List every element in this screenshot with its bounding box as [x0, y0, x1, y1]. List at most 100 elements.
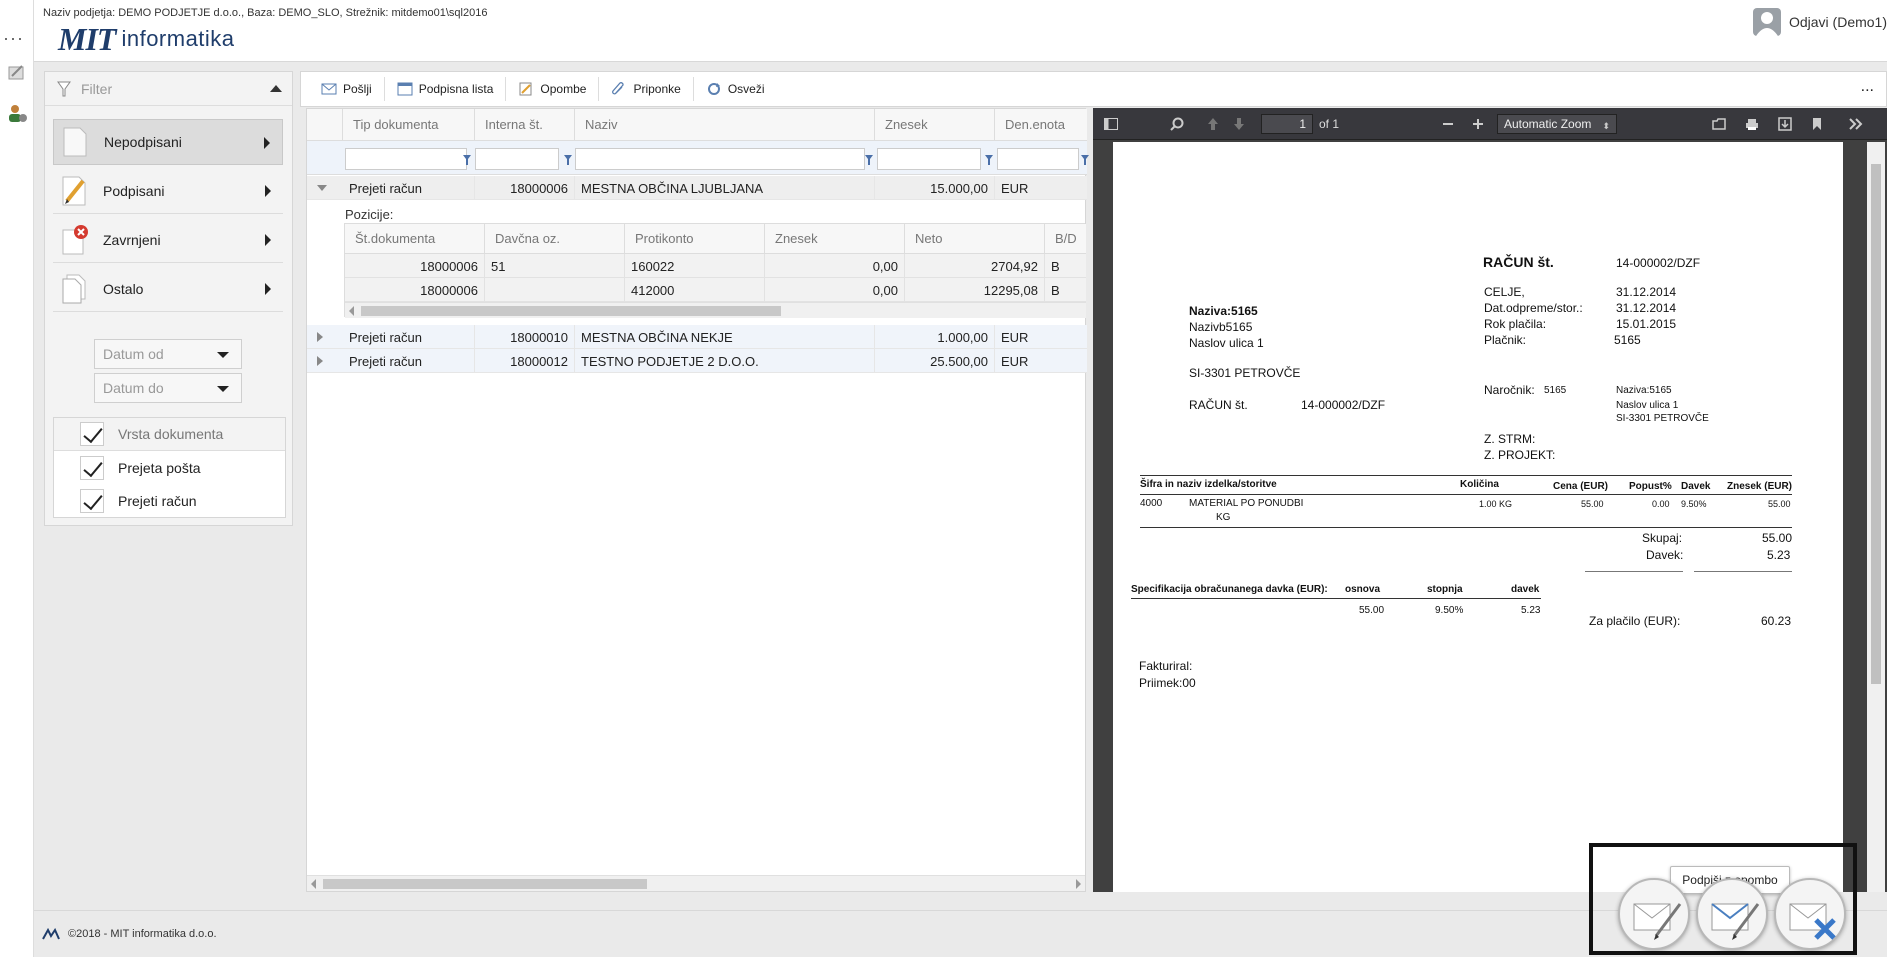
- nav-item-ostalo[interactable]: Ostalo: [53, 266, 283, 312]
- orderer-code: 5165: [1544, 385, 1567, 396]
- column-header[interactable]: Interna št.: [475, 109, 575, 141]
- logout-button[interactable]: Odjavi (Demo1): [1752, 8, 1887, 36]
- position-row[interactable]: 18000006 51 160022 0,00 2704,92 B: [345, 254, 1086, 278]
- more-options-icon[interactable]: ...: [1861, 78, 1874, 96]
- filter-input-znesek[interactable]: [877, 148, 981, 170]
- scroll-right-icon[interactable]: [1076, 879, 1081, 889]
- reject-button[interactable]: [1774, 878, 1846, 950]
- buyer-name-b: Nazivb5165: [1189, 320, 1253, 334]
- column-header[interactable]: Tip dokumenta: [343, 109, 475, 141]
- payer-value: 5165: [1614, 333, 1641, 347]
- open-file-icon[interactable]: [1711, 116, 1727, 132]
- scroll-thumb[interactable]: [1871, 164, 1881, 684]
- collapse-caret-icon[interactable]: [270, 85, 282, 92]
- detail-column-header[interactable]: Davčna oz.: [485, 224, 625, 254]
- signature-list-label: Podpisna lista: [418, 82, 494, 96]
- sign-button[interactable]: [1618, 878, 1690, 950]
- city-label: CELJE,: [1484, 285, 1525, 299]
- filter-icon[interactable]: [1081, 155, 1089, 165]
- checkbox-all[interactable]: [80, 422, 104, 446]
- filter-input-interna[interactable]: [475, 148, 559, 170]
- search-icon[interactable]: [1169, 116, 1185, 132]
- filter-icon[interactable]: [985, 155, 993, 165]
- refresh-button[interactable]: Osveži: [694, 77, 777, 101]
- cell-valuta: EUR: [1001, 329, 1029, 345]
- filter-input-tip[interactable]: [345, 148, 467, 170]
- cell-znesek: 0,00: [765, 254, 905, 278]
- notes-button[interactable]: Opombe: [506, 77, 600, 101]
- arrow-up-icon[interactable]: [1205, 116, 1221, 132]
- chevron-right-icon: [264, 137, 270, 149]
- detail-hscrollbar[interactable]: [345, 302, 1086, 318]
- total-due-value: 60.23: [1761, 614, 1792, 628]
- action-toolbar: Pošlji Podpisna lista Opombe Priponke Os…: [300, 71, 1887, 107]
- filter-input-naziv[interactable]: [575, 148, 865, 170]
- position-row[interactable]: 18000006 412000 0,00 12295,08 B: [345, 278, 1086, 302]
- detail-column-header[interactable]: Št.dokumenta: [345, 224, 485, 254]
- detail-column-header[interactable]: Neto: [905, 224, 1045, 254]
- page-number-input[interactable]: 1: [1261, 114, 1313, 134]
- bookmark-icon[interactable]: [1809, 116, 1825, 132]
- scroll-left-icon[interactable]: [311, 879, 316, 889]
- nav-item-nepodpisani[interactable]: Nepodpisani: [53, 119, 283, 165]
- signature-list-button[interactable]: Podpisna lista: [385, 77, 507, 101]
- item-unit: KG: [1216, 512, 1231, 523]
- date-from-select[interactable]: Datum od: [94, 339, 242, 369]
- column-header[interactable]: Den.enota: [995, 109, 1087, 141]
- detail-column-header[interactable]: B/D: [1045, 224, 1086, 254]
- table-row[interactable]: Prejeti račun 18000010 MESTNA OBČINA NEK…: [307, 325, 1087, 349]
- nav-item-zavrnjeni[interactable]: Zavrnjeni: [53, 217, 283, 263]
- send-button[interactable]: Pošlji: [309, 77, 385, 101]
- filter-input-valuta[interactable]: [997, 148, 1079, 170]
- download-icon[interactable]: [1777, 116, 1793, 132]
- scroll-left-icon[interactable]: [349, 306, 354, 316]
- chevron-right-icon: [265, 283, 271, 295]
- filter-icon[interactable]: [564, 155, 572, 165]
- sidebar-toggle-icon[interactable]: [1103, 116, 1119, 132]
- collapse-row-icon[interactable]: [317, 185, 327, 191]
- expand-row-icon[interactable]: [317, 332, 323, 342]
- filter-header[interactable]: Filter: [45, 72, 292, 106]
- nav-item-podpisani[interactable]: Podpisani: [53, 168, 283, 214]
- documents-icon: [59, 273, 89, 305]
- nav-label: Ostalo: [103, 280, 144, 297]
- items-header-qty: Količina: [1460, 479, 1499, 490]
- cell-interna: 18000012: [475, 349, 575, 373]
- nav-label: Podpisani: [103, 182, 165, 199]
- zoom-select[interactable]: Automatic Zoom ⬍: [1497, 114, 1617, 134]
- zoom-out-icon[interactable]: [1440, 116, 1456, 132]
- menu-dots-icon[interactable]: ···: [3, 28, 24, 49]
- sign-doc-icon[interactable]: [6, 62, 28, 84]
- double-chevron-right-icon[interactable]: [1848, 116, 1864, 132]
- positions-label: Pozicije:: [345, 207, 394, 222]
- table-row[interactable]: Prejeti račun 18000012 TESTNO PODJETJE 2…: [307, 349, 1087, 373]
- date-to-select[interactable]: Datum do: [94, 373, 242, 403]
- sign-with-note-button[interactable]: [1696, 878, 1768, 950]
- detail-column-header[interactable]: Znesek: [765, 224, 905, 254]
- pdf-vscrollbar[interactable]: [1867, 142, 1885, 892]
- filter-icon[interactable]: [463, 155, 471, 165]
- user-settings-icon[interactable]: [6, 102, 28, 124]
- filter-icon[interactable]: [865, 155, 873, 165]
- checkbox[interactable]: [80, 455, 104, 480]
- doc-type-item[interactable]: Prejeta pošta: [54, 451, 285, 484]
- due-label: Rok plačila:: [1484, 317, 1547, 331]
- expand-row-icon[interactable]: [317, 356, 323, 366]
- attachments-button[interactable]: Priponke: [599, 77, 694, 101]
- detail-column-header[interactable]: Protikonto: [625, 224, 765, 254]
- spec-value-base: 55.00: [1359, 605, 1385, 616]
- item-qty: 1.00 KG: [1479, 499, 1513, 509]
- arrow-down-icon[interactable]: [1231, 116, 1247, 132]
- doc-type-header[interactable]: Vrsta dokumenta: [54, 418, 285, 451]
- scroll-thumb[interactable]: [323, 879, 647, 889]
- column-header[interactable]: Naziv: [575, 109, 875, 141]
- doc-type-item[interactable]: Prejeti račun: [54, 484, 285, 517]
- invoice-title: RAČUN št.: [1483, 254, 1554, 270]
- zoom-in-icon[interactable]: [1470, 116, 1486, 132]
- checkbox[interactable]: [80, 488, 104, 513]
- grid-hscrollbar[interactable]: [307, 875, 1085, 891]
- table-row[interactable]: Prejeti račun 18000006 MESTNA OBČINA LJU…: [307, 176, 1087, 200]
- column-header[interactable]: Znesek: [875, 109, 995, 141]
- scroll-thumb[interactable]: [361, 306, 781, 316]
- print-icon[interactable]: [1744, 116, 1760, 132]
